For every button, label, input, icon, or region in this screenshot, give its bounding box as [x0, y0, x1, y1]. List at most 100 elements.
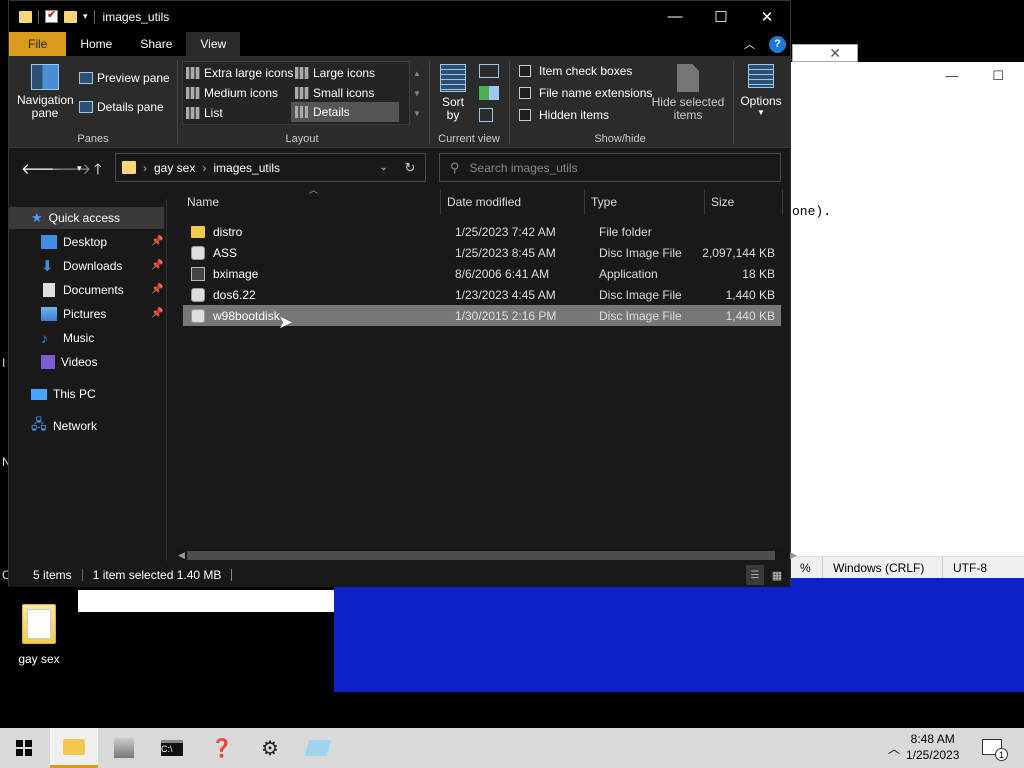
pin-icon[interactable]: 📌	[151, 308, 163, 319]
layout-small-icons[interactable]: Small icons	[295, 86, 374, 100]
options-button[interactable]: Options ▼	[737, 64, 785, 117]
refresh-icon[interactable]: ↻	[395, 160, 425, 176]
file-date-cell: 1/25/2023 8:45 AM	[455, 245, 556, 260]
file-name-cell[interactable]: distro	[191, 221, 242, 242]
large-icons-view-icon[interactable]: ▦	[768, 565, 786, 585]
details-view-icon[interactable]: ☰	[746, 565, 764, 585]
layout-group: Extra large icons Large icons Medium ico…	[177, 56, 427, 148]
chevron-down-icon[interactable]: ▾	[83, 11, 88, 22]
notification-icon[interactable]: 1	[982, 739, 1008, 761]
maximize-button[interactable]: ☐	[698, 1, 744, 32]
scrollbar-thumb[interactable]	[187, 551, 775, 560]
videos-icon	[41, 355, 55, 369]
minimize-icon[interactable]: —	[945, 68, 958, 84]
help-icon[interactable]: ?	[769, 35, 786, 53]
sidebar-item-documents[interactable]: Documents	[41, 279, 124, 301]
taskbar-settings[interactable]: ⚙	[246, 728, 294, 768]
forward-button[interactable]: 🡒	[51, 159, 91, 178]
size-columns-icon[interactable]	[479, 108, 493, 122]
tab-view[interactable]: View	[186, 32, 241, 56]
taskbar-app-4[interactable]: ❓	[198, 728, 246, 768]
taskbar-app-6[interactable]	[294, 728, 342, 768]
recent-locations-icon[interactable]: ▾	[77, 163, 82, 174]
file-name-extensions-toggle[interactable]: File name extensions	[519, 86, 652, 100]
computer-app-icon	[114, 738, 134, 758]
group-by-icon[interactable]	[479, 64, 499, 78]
layout-details[interactable]: Details	[291, 102, 399, 122]
help-document-icon: ❓	[210, 737, 234, 758]
desktop-folder[interactable]: gay sex	[16, 604, 62, 666]
preview-pane-button[interactable]: Preview pane	[79, 71, 170, 85]
pin-icon[interactable]: 📌	[151, 236, 163, 247]
address-dropdown-icon[interactable]: ⌄	[380, 162, 388, 173]
tab-share[interactable]: Share	[126, 32, 186, 56]
options-icon	[748, 64, 774, 88]
up-button[interactable]: 🡑	[94, 159, 102, 184]
file-name-cell[interactable]: dos6.22	[191, 284, 256, 305]
file-size-cell: 2,097,144 KB	[702, 245, 775, 260]
add-columns-icon[interactable]	[479, 86, 499, 100]
table-row[interactable]: ASS 1/25/2023 8:45 AM Disc Image File 2,097…	[183, 242, 781, 263]
column-header-name[interactable]: Name	[183, 189, 441, 215]
breadcrumb-item[interactable]: gay sex	[154, 161, 195, 175]
column-header-size[interactable]: Size	[707, 189, 783, 215]
table-row[interactable]: bximage 8/6/2006 6:41 AM Application 18 KB	[183, 263, 781, 284]
table-row[interactable]: w98bootdisk 1/30/2015 2:16 PM Disc Image F…	[183, 305, 781, 326]
horizontal-scrollbar[interactable]: ◀ ▶	[175, 548, 797, 562]
item-check-boxes-toggle[interactable]: Item check boxes	[519, 64, 632, 78]
taskbar-command-prompt[interactable]: C:\	[148, 728, 196, 768]
checkbox[interactable]	[519, 87, 531, 99]
sidebar-item-pictures[interactable]: Pictures	[41, 303, 106, 325]
hide-selected-items-button[interactable]: Hide selected items	[651, 64, 725, 122]
sidebar-item-desktop[interactable]: Desktop	[41, 231, 107, 253]
taskbar-app-2[interactable]	[100, 728, 148, 768]
checkbox[interactable]	[519, 109, 531, 121]
column-header-date[interactable]: Date modified	[443, 189, 585, 215]
tab-home[interactable]: Home	[66, 32, 126, 56]
table-row[interactable]: dos6.22 1/23/2023 4:45 AM Disc Image File 1…	[183, 284, 781, 305]
layout-large-icons[interactable]: Large icons	[295, 66, 375, 80]
hidden-items-toggle[interactable]: Hidden items	[519, 108, 609, 122]
close-button[interactable]: ✕	[744, 1, 790, 32]
pin-icon[interactable]: 📌	[151, 260, 163, 271]
breadcrumb-item[interactable]: images_utils	[213, 161, 280, 175]
file-size-cell: 1,440 KB	[725, 308, 775, 323]
sidebar-item-this-pc[interactable]: This PC	[31, 383, 96, 405]
layout-extra-large-icons[interactable]: Extra large icons	[186, 66, 293, 80]
background-blue-window	[334, 578, 1024, 692]
file-name-cell[interactable]: bximage	[191, 263, 258, 284]
sidebar-item-videos[interactable]: Videos	[41, 351, 97, 373]
file-name-cell[interactable]: w98bootdisk	[191, 305, 280, 326]
table-row[interactable]: distro 1/25/2023 7:42 AM File folder	[183, 221, 781, 242]
scroll-left-icon[interactable]: ◀	[178, 548, 185, 562]
start-button[interactable]	[0, 728, 48, 768]
column-header-type[interactable]: Type	[587, 189, 705, 215]
taskbar-clock[interactable]: 8:48 AM 1/25/2023	[906, 731, 959, 763]
sidebar-item-downloads[interactable]: ⬇ Downloads	[41, 255, 122, 277]
collapse-ribbon-icon[interactable]: ︿	[744, 36, 755, 52]
sidebar-item-network[interactable]: 🖧 Network	[31, 415, 97, 437]
sidebar-item-quick-access[interactable]: ★ Quick access	[31, 207, 120, 229]
pin-icon[interactable]: 📌	[151, 284, 163, 295]
hide-selected-icon	[677, 64, 699, 92]
details-pane-button[interactable]: Details pane	[79, 100, 164, 114]
layout-scroll-arrows[interactable]: ▲ ▼ ▼	[413, 64, 421, 124]
tab-file[interactable]: File	[9, 32, 67, 56]
layout-list[interactable]: List	[186, 106, 223, 120]
taskbar-file-explorer[interactable]	[50, 728, 98, 768]
search-box[interactable]: ⚲ Search images_utils	[439, 153, 781, 182]
navigation-pane-button[interactable]: Navigation pane	[17, 64, 74, 120]
file-name-cell[interactable]: ASS	[191, 242, 237, 263]
new-folder-icon[interactable]	[64, 10, 77, 23]
chevron-up-icon[interactable]: ︿	[888, 740, 900, 757]
close-icon[interactable]: ✕	[829, 45, 841, 61]
sort-by-button[interactable]: Sort by	[437, 64, 469, 122]
sidebar-item-music[interactable]: ♪ Music	[41, 327, 94, 349]
checkbox[interactable]	[519, 65, 531, 77]
address-bar[interactable]: › gay sex › images_utils ⌄ ↻	[115, 153, 426, 182]
minimize-button[interactable]: —	[652, 1, 698, 32]
maximize-icon[interactable]: ☐	[992, 68, 1004, 84]
properties-icon[interactable]	[45, 8, 58, 23]
layout-medium-icons[interactable]: Medium icons	[186, 86, 278, 100]
scroll-right-icon[interactable]: ▶	[790, 548, 797, 562]
